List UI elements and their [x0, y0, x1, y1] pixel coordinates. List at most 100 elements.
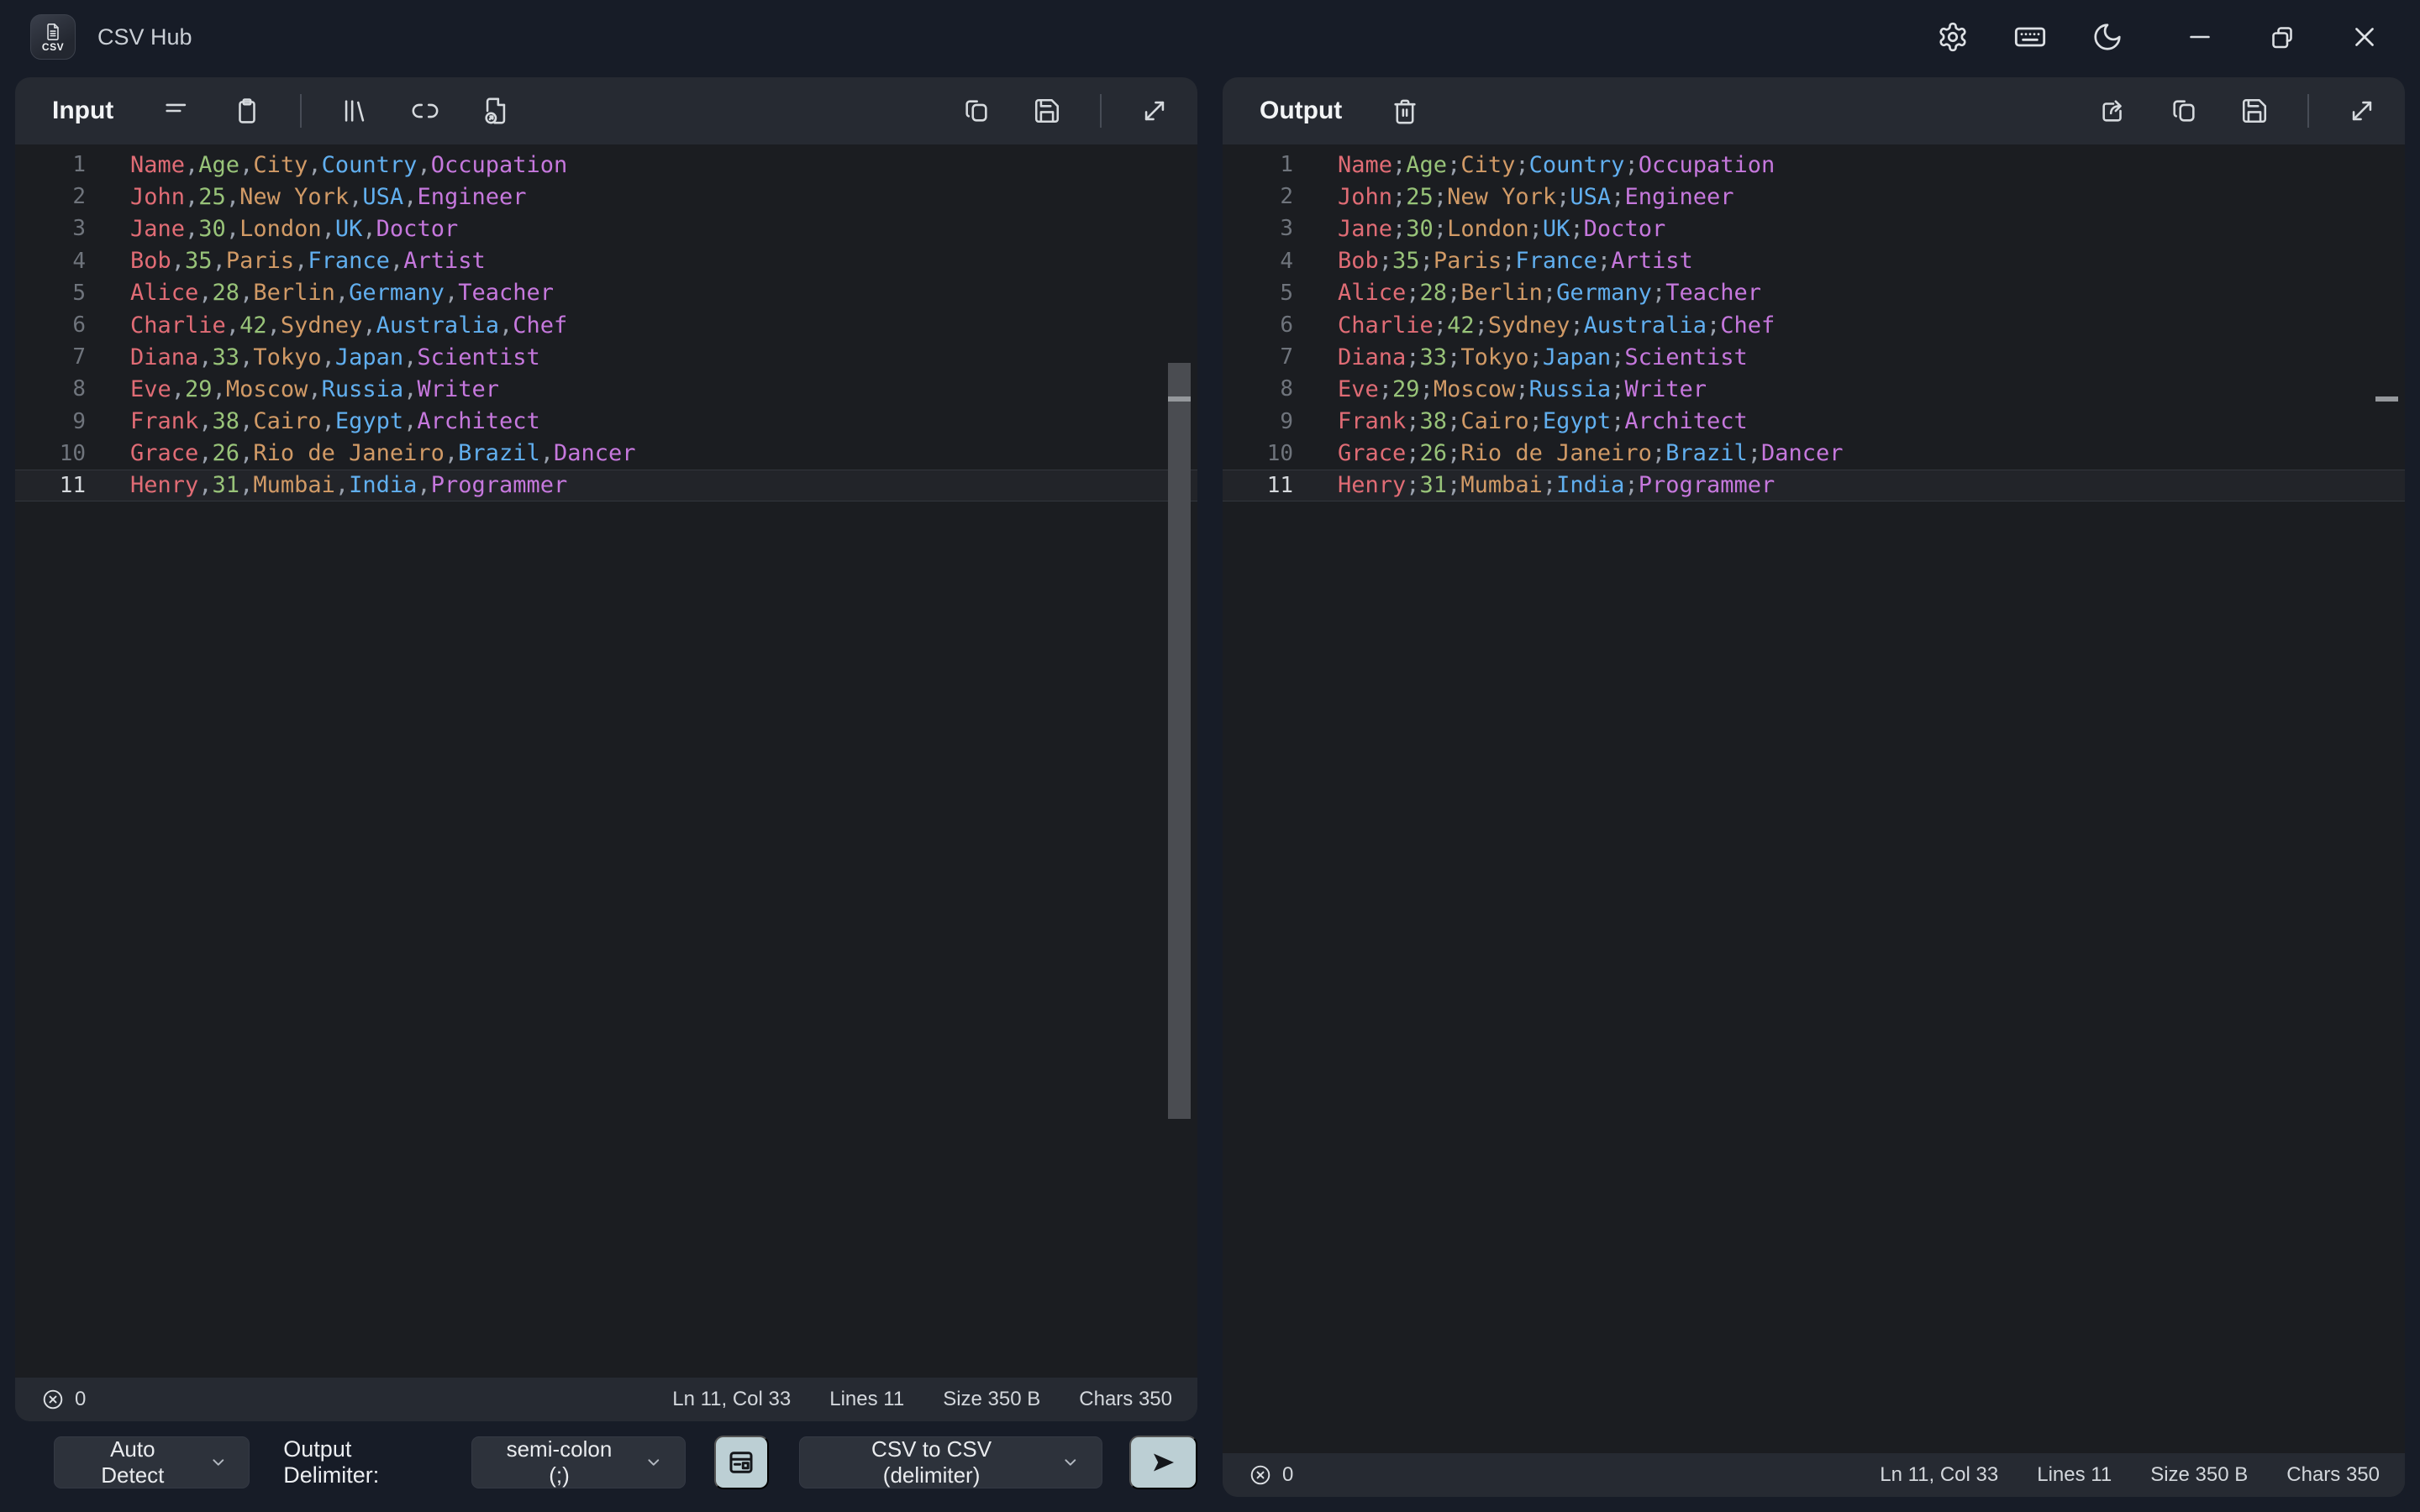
code-line: 7Diana;33;Tokyo;Japan;Scientist [1223, 341, 2405, 373]
copy-input-button[interactable] [959, 93, 994, 129]
code-text: John,25,New York,USA,Engineer [130, 184, 526, 210]
line-number: 5 [1223, 281, 1307, 306]
close-icon [2349, 21, 2381, 53]
library-button[interactable] [337, 93, 372, 129]
code-text: Alice,28,Berlin,Germany,Teacher [130, 280, 554, 306]
code-line: 7Diana,33,Tokyo,Japan,Scientist [15, 341, 1197, 373]
code-line: 3Jane,30,London,UK,Doctor [15, 213, 1197, 244]
input-format-dropdown[interactable]: Auto Detect [54, 1436, 250, 1488]
code-line: 2 John;25;New York;USA;Engineer [1223, 181, 2405, 213]
code-line: 11Henry;31;Mumbai;India;Programmer [1223, 470, 2405, 501]
code-line: 3 Jane;30;London;UK;Doctor [1223, 213, 2405, 244]
minimize-button[interactable] [2181, 18, 2218, 55]
code-text: Grace,26,Rio de Janeiro,Brazil,Dancer [130, 440, 636, 466]
restore-button[interactable] [2264, 18, 2301, 55]
code-line: 8 Eve;29;Moscow;Russia;Writer [1223, 373, 2405, 405]
line-number: 1 [1223, 152, 1307, 177]
conversion-mode-value: CSV to CSV (delimiter) [822, 1436, 1042, 1488]
copy-icon [2170, 97, 2198, 125]
code-text: Bob;35;Paris;France;Artist [1338, 248, 1693, 274]
expand-output-button[interactable] [2344, 93, 2380, 129]
save-icon [2240, 97, 2269, 125]
chevron-down-icon [209, 1453, 228, 1472]
output-status-bar: 0 Ln 11, Col 33 Lines 11 Size 350 B Char… [1223, 1453, 2405, 1497]
code-text: Eve,29,Moscow,Russia,Writer [130, 376, 499, 402]
title-bar: CSV CSV Hub [0, 0, 2420, 74]
input-line-count: Lines 11 [829, 1388, 904, 1411]
app-icon: CSV [30, 14, 76, 60]
send-icon [1149, 1447, 1179, 1478]
code-line: 10Grace,26,Rio de Janeiro,Brazil,Dancer [15, 438, 1197, 470]
output-error-count: 0 [1282, 1463, 1293, 1487]
save-output-button[interactable] [2237, 93, 2272, 129]
load-url-button[interactable] [408, 93, 443, 129]
output-line-count: Lines 11 [2037, 1463, 2112, 1487]
output-delimiter-dropdown[interactable]: semi-colon (;) [471, 1436, 686, 1488]
line-number: 11 [1223, 473, 1307, 498]
input-editor[interactable]: 1Name,Age,City,Country,Occupation 2 John,2… [15, 144, 1197, 1378]
code-text: John;25;New York;USA;Engineer [1338, 184, 1733, 210]
input-error-count: 0 [75, 1388, 86, 1411]
copy-output-button[interactable] [2166, 93, 2202, 129]
chevron-down-icon [1061, 1453, 1080, 1472]
code-line: 1Name,Age,City,Country,Occupation [15, 149, 1197, 181]
code-line: 4Bob,35,Paris,France,Artist [15, 245, 1197, 277]
code-text: Charlie;42;Sydney;Australia;Chef [1338, 312, 1775, 339]
input-cursor-marker [1168, 396, 1191, 402]
theme-toggle-button[interactable] [2089, 18, 2126, 55]
expand-icon [2348, 97, 2376, 125]
input-scrollbar-thumb[interactable] [1168, 363, 1191, 1119]
open-file-button[interactable] [478, 93, 513, 129]
output-editor[interactable]: 1 Name;Age;City;Country;Occupation 2 John;2… [1223, 144, 2405, 1453]
keyboard-shortcuts-button[interactable] [2012, 18, 2049, 55]
code-line: 10Grace;26;Rio de Janeiro;Brazil;Dancer [1223, 438, 2405, 470]
moon-icon [2091, 21, 2123, 53]
line-number: 6 [1223, 312, 1307, 338]
gear-icon [1937, 21, 1969, 53]
output-cursor-marker [2375, 396, 2398, 402]
input-cursor-position: Ln 11, Col 33 [672, 1388, 791, 1411]
code-text: Jane;30;London;UK;Doctor [1338, 216, 1665, 242]
convert-button[interactable] [1129, 1436, 1197, 1489]
restore-window-icon [2267, 22, 2297, 52]
share-output-button[interactable] [2096, 93, 2131, 129]
clipboard-icon [233, 97, 261, 125]
toolbar-separator [1100, 94, 1102, 128]
close-button[interactable] [2346, 18, 2383, 55]
line-number: 3 [1223, 216, 1307, 241]
line-number: 5 [15, 281, 99, 306]
code-line: 8Eve,29,Moscow,Russia,Writer [15, 373, 1197, 405]
text-lines-icon [162, 97, 191, 125]
toolbar-separator [300, 94, 302, 128]
line-number: 2 [15, 184, 99, 209]
code-text: Name;Age;City;Country;Occupation [1338, 152, 1775, 178]
table-view-button[interactable] [714, 1436, 769, 1489]
line-number: 2 [1223, 184, 1307, 209]
sample-data-button[interactable] [159, 93, 194, 129]
code-line: 11Henry,31,Mumbai,India,Programmer [15, 470, 1197, 501]
library-icon [340, 97, 369, 125]
input-char-count: Chars 350 [1079, 1388, 1172, 1411]
clear-output-button[interactable] [1387, 93, 1423, 129]
line-number: 8 [1223, 376, 1307, 402]
chevron-down-icon [644, 1453, 663, 1472]
output-code-area: 1 Name;Age;City;Country;Occupation 2 John;2… [1223, 144, 2405, 501]
output-delimiter-value: semi-colon (;) [494, 1436, 624, 1488]
line-number: 4 [1223, 249, 1307, 274]
line-number: 10 [1223, 441, 1307, 466]
save-icon [1033, 97, 1061, 125]
output-size: Size 350 B [2150, 1463, 2248, 1487]
input-panel: Input [15, 77, 1197, 1421]
code-line: 4 Bob;35;Paris;France;Artist [1223, 245, 2405, 277]
code-line: 2 John,25,New York,USA,Engineer [15, 181, 1197, 213]
save-input-button[interactable] [1029, 93, 1065, 129]
output-scrollbar [2375, 144, 2398, 1453]
expand-input-button[interactable] [1137, 93, 1172, 129]
paste-button[interactable] [229, 93, 265, 129]
code-text: Eve;29;Moscow;Russia;Writer [1338, 376, 1707, 402]
code-text: Frank;38;Cairo;Egypt;Architect [1338, 408, 1748, 434]
code-text: Frank,38,Cairo,Egypt,Architect [130, 408, 540, 434]
conversion-mode-dropdown[interactable]: CSV to CSV (delimiter) [799, 1436, 1102, 1488]
code-line: 5 Alice,28,Berlin,Germany,Teacher [15, 277, 1197, 309]
settings-button[interactable] [1934, 18, 1971, 55]
